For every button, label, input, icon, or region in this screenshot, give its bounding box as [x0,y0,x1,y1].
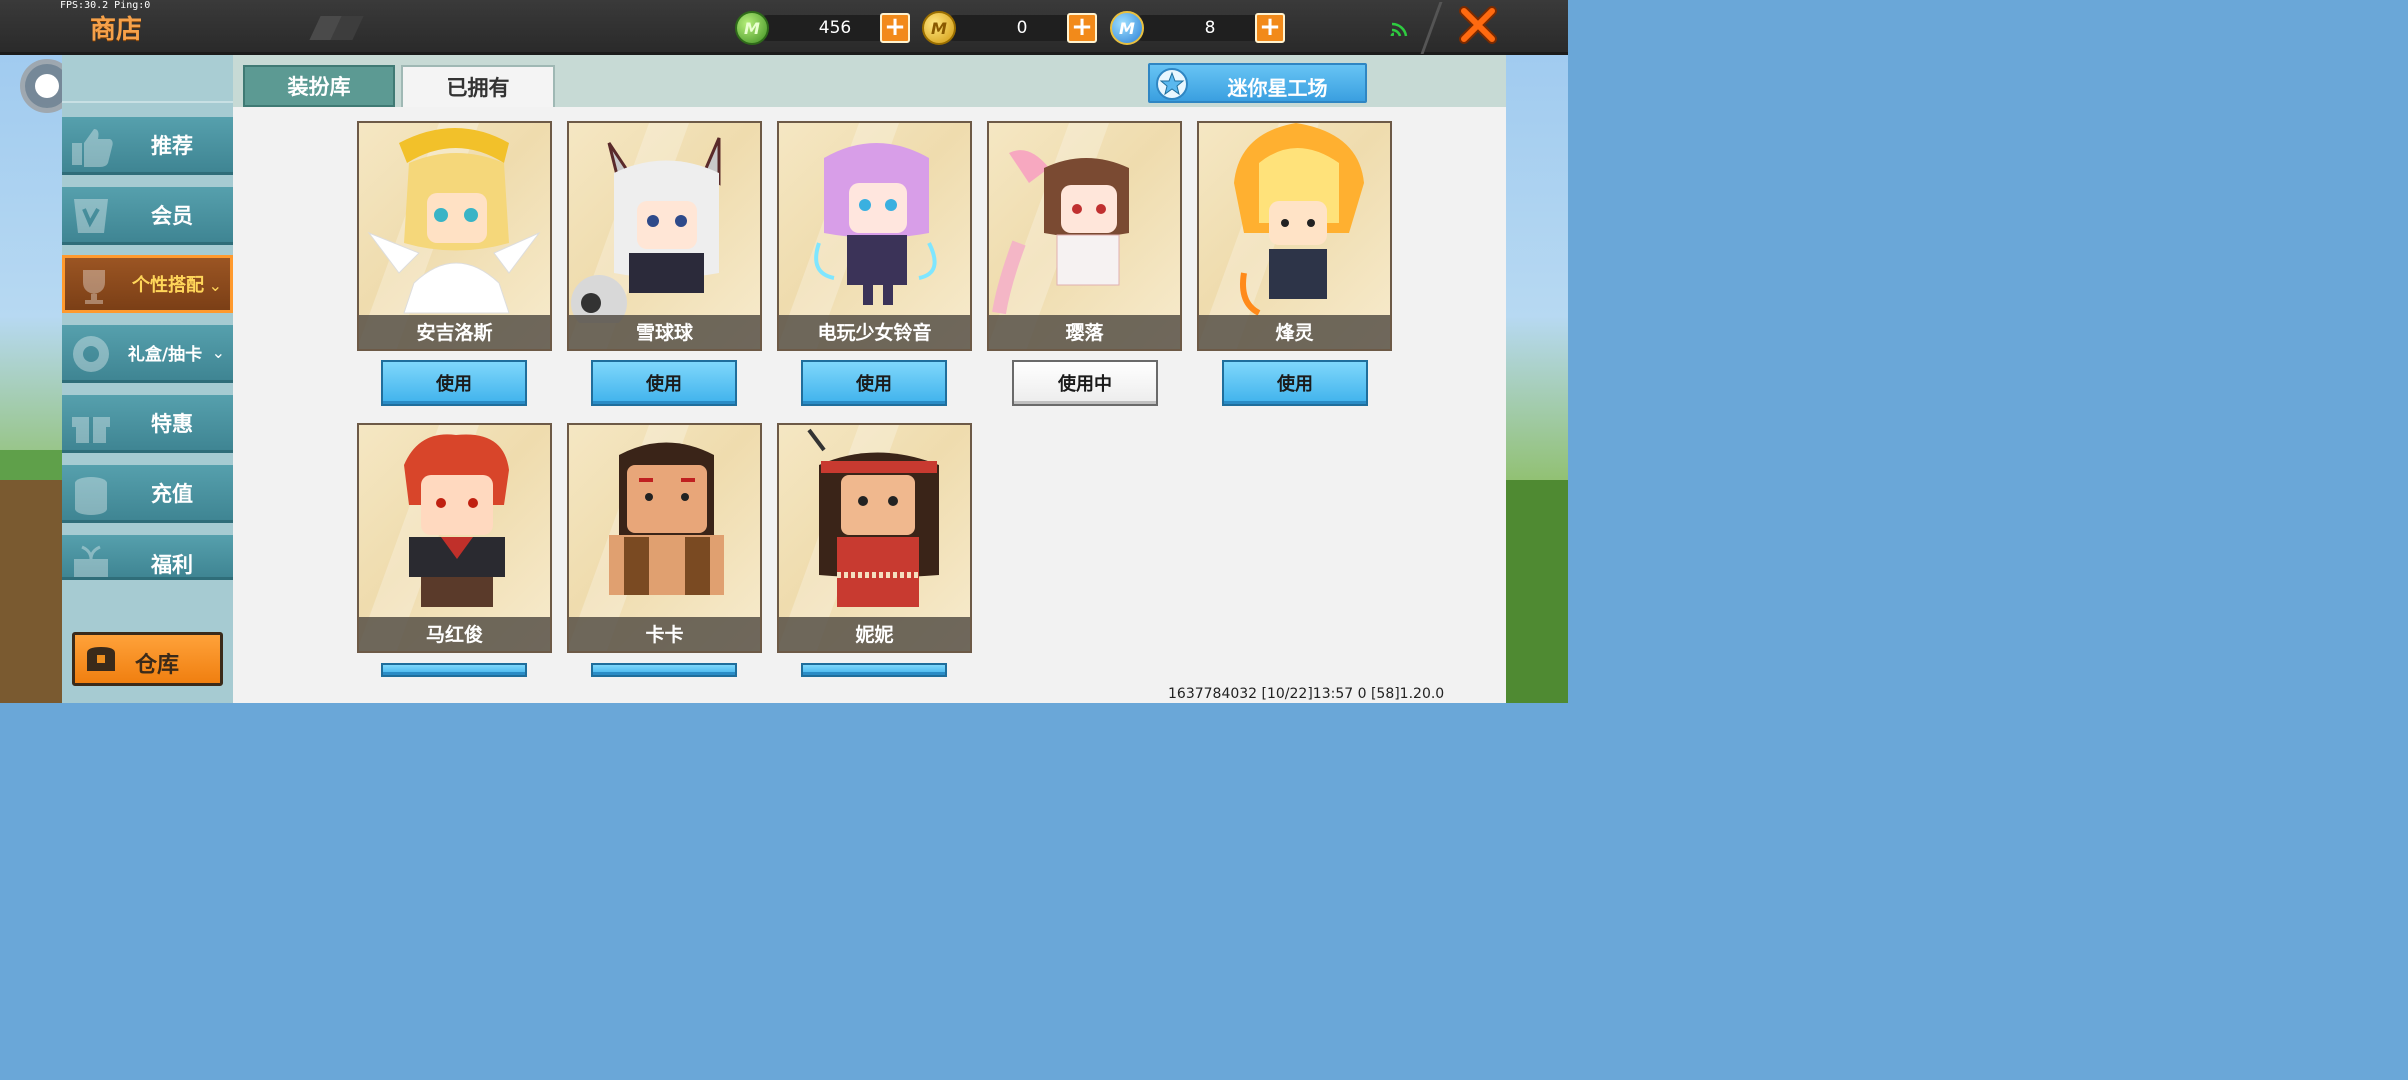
use-skin-button[interactable]: 使用 [1222,360,1368,406]
skin-card[interactable]: 妮妮 [777,423,972,653]
currency-green-value: 456 [818,18,852,38]
sidebar: 推荐 会员 个性搭配 ⌄ 礼盒/抽卡 ⌄ 特惠 充值 福利 [62,55,233,703]
skin-card[interactable]: 烽灵 [1197,121,1392,351]
chevron-down-icon: ⌄ [208,276,222,295]
coin-stack-icon [75,477,107,515]
skin-name: 电玩少女铃音 [817,322,932,344]
skin-card[interactable]: 安吉洛斯 [357,121,552,351]
sidebar-item-label: 会员 [151,203,193,228]
character-portrait-kaka [609,442,724,595]
use-skin-button[interactable] [381,663,527,677]
sidebar-item-welfare[interactable]: 福利 [62,535,233,580]
tab-dress-library[interactable]: 装扮库 [243,65,395,107]
add-blue-currency-button[interactable]: + [1255,13,1285,43]
use-skin-button[interactable] [801,663,947,677]
vip-badge-icon [74,199,108,233]
skin-name: 烽灵 [1275,322,1314,344]
skin-name: 璎落 [1065,322,1104,344]
skin-card[interactable]: 卡卡 [567,423,762,653]
skin-card[interactable]: 雪球球 [567,121,762,351]
warehouse-label: 仓库 [135,653,180,678]
sidebar-item-label: 个性搭配 [132,275,204,296]
use-skin-button[interactable]: 使用 [801,360,947,406]
mini-workshop-button[interactable]: 迷你星工场 [1148,63,1367,103]
sidebar-item-recommend[interactable]: 推荐 [62,117,233,175]
sidebar-item-gifts[interactable]: 礼盒/抽卡 ⌄ [62,325,233,383]
add-green-currency-button[interactable]: + [880,13,910,43]
sidebar-item-label: 礼盒/抽卡 [127,345,203,365]
sidebar-item-label: 福利 [151,553,193,577]
top-bar: FPS:30.2 Ping:0 商店 M 456 + M 0 + M 8 + [0,0,1568,55]
skin-card[interactable]: 马红俊 [357,423,552,653]
gift-disc-icon [73,336,109,372]
chevron-down-icon: ⌄ [211,343,225,362]
in-use-skin-button[interactable]: 使用中 [1012,360,1158,406]
sidebar-item-vip[interactable]: 会员 [62,187,233,245]
chest-icon [87,647,115,671]
trophy-icon [83,270,105,304]
mini-workshop-label: 迷你星工场 [1227,76,1328,100]
character-portrait-snowball [571,137,721,323]
gift-box-icon [72,417,110,443]
character-portrait-gamer-girl [814,143,937,305]
sidebar-item-outfit[interactable]: 个性搭配 ⌄ [62,255,233,313]
sidebar-item-label: 特惠 [151,411,193,436]
use-skin-button[interactable]: 使用 [381,360,527,406]
present-icon [74,545,108,577]
sidebar-item-deals[interactable]: 特惠 [62,395,233,453]
sidebar-item-label: 充值 [151,481,193,506]
build-info: 1637784032 [10/22]13:57 0 [58]1.20.0 [1168,686,1445,702]
currency-gold-value: 0 [1016,18,1028,38]
add-gold-currency-button[interactable]: + [1067,13,1097,43]
sidebar-item-label: 推荐 [151,133,193,158]
signal-icon [1390,22,1408,37]
skin-card[interactable]: 璎落 [987,121,1182,351]
use-skin-button[interactable]: 使用 [591,360,737,406]
use-skin-button[interactable] [591,663,737,677]
gold-coin-icon: M [922,11,956,45]
character-portrait-ma-hongjun [404,434,509,607]
blue-coin-icon: M [1110,11,1144,45]
skin-name: 雪球球 [635,322,693,344]
green-gem-coin-icon: M [735,11,769,45]
skin-name: 马红俊 [425,624,483,646]
page-title: 商店 [90,15,143,45]
skin-name: 安吉洛斯 [416,322,493,344]
sidebar-item-recharge[interactable]: 充值 [62,465,233,523]
character-portrait-yingluo [992,150,1129,315]
warehouse-button[interactable]: 仓库 [72,632,223,686]
thumbs-up-icon [72,129,113,167]
currency-blue-value: 8 [1204,18,1216,38]
character-portrait-angelos [367,128,541,314]
character-portrait-fengling [1234,123,1364,316]
skin-name: 卡卡 [645,624,684,646]
skin-card[interactable]: 电玩少女铃音 [777,121,972,351]
skin-name: 妮妮 [855,624,894,646]
star-icon [1156,68,1188,100]
tab-owned[interactable]: 已拥有 [401,65,555,107]
character-portrait-nini [807,428,939,607]
close-icon[interactable] [1458,5,1498,45]
